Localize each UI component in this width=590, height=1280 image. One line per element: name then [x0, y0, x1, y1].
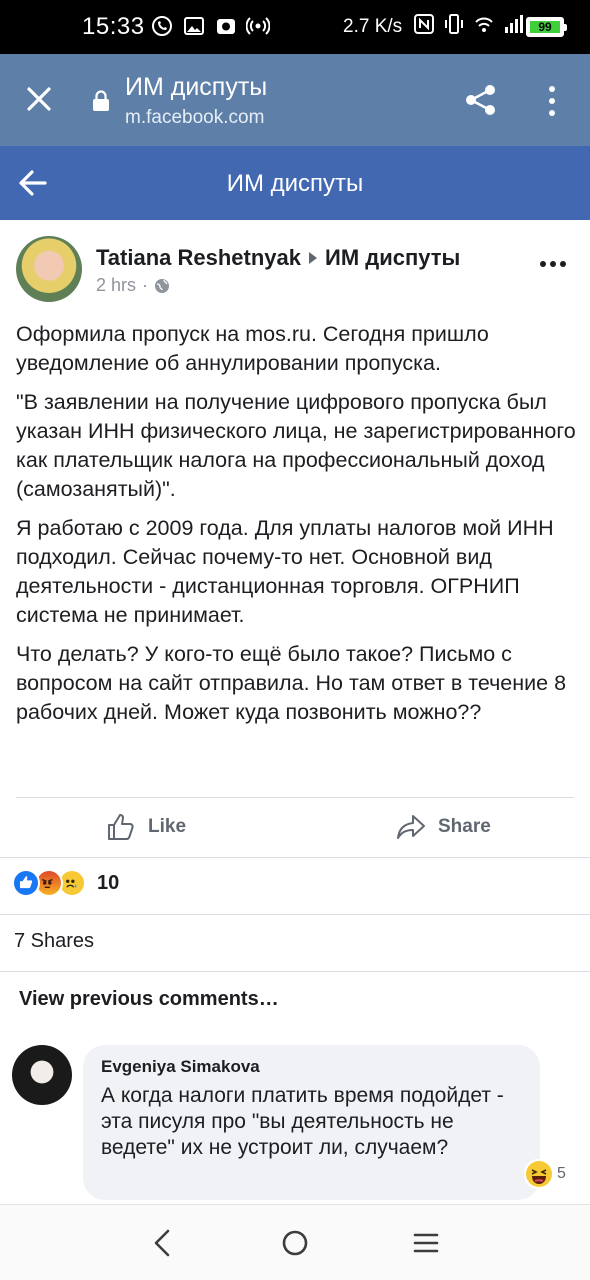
- thumbs-up-icon: [108, 814, 134, 840]
- comment-reaction-count: 5: [557, 1165, 566, 1182]
- system-icons: [412, 12, 526, 36]
- post-time[interactable]: 2 hrs: [96, 275, 136, 296]
- share-label: Share: [438, 816, 491, 837]
- vibrate-icon: [445, 14, 463, 34]
- group-name[interactable]: ИМ диспуты: [325, 245, 460, 271]
- comment-reactions[interactable]: 5: [524, 1159, 570, 1189]
- commenter-name[interactable]: Evgeniya Simakova: [101, 1057, 522, 1077]
- divider: [0, 857, 590, 858]
- page-title: ИМ диспуты: [226, 170, 364, 197]
- share-icon[interactable]: [464, 83, 498, 117]
- lock-icon: [93, 90, 109, 111]
- camera-icon: [217, 19, 235, 34]
- wifi-icon: [475, 17, 493, 32]
- browser-toolbar: ИМ диспуты m.facebook.com: [0, 54, 590, 146]
- divider: [16, 797, 574, 798]
- commenter-avatar[interactable]: [12, 1045, 72, 1105]
- comment-bubble: Evgeniya Simakova А когда налоги платить…: [83, 1045, 540, 1200]
- post-paragraph: Оформила пропуск на mos.ru. Сегодня приш…: [16, 322, 489, 375]
- more-options-icon[interactable]: [538, 256, 568, 272]
- overflow-menu-icon[interactable]: [540, 84, 564, 118]
- gallery-icon: [184, 17, 204, 35]
- author-avatar[interactable]: [16, 236, 82, 302]
- globe-icon: [155, 278, 170, 293]
- status-bar: 15:33 2.7 K/s 99: [0, 0, 590, 54]
- like-reaction-icon: [12, 869, 40, 897]
- like-button[interactable]: Like: [106, 806, 186, 848]
- browser-url[interactable]: m.facebook.com: [125, 107, 264, 129]
- arrow-right-icon: [309, 252, 318, 264]
- share-arrow-icon: [397, 815, 425, 839]
- status-time: 15:33: [82, 13, 145, 40]
- like-label: Like: [148, 816, 187, 837]
- home-icon[interactable]: [279, 1227, 311, 1259]
- whatsapp-icon: [152, 16, 172, 36]
- browser-page-title: ИМ диспуты: [125, 73, 268, 101]
- post-paragraph: Что делать? У кого-то ещё было такое? Пи…: [16, 642, 567, 724]
- haha-reaction-icon: [526, 1161, 552, 1187]
- page-header: ИМ диспуты: [0, 146, 590, 220]
- hotspot-icon: [246, 17, 270, 35]
- network-speed: 2.7 K/s: [343, 16, 403, 37]
- view-previous-comments-link[interactable]: View previous comments…: [19, 988, 279, 1011]
- comment-text: А когда налоги платить время подойдет - …: [101, 1084, 504, 1159]
- signal-icon: [505, 15, 523, 33]
- close-icon[interactable]: [24, 84, 54, 114]
- reactions-summary[interactable]: 10: [12, 869, 119, 897]
- post-text: Оформила пропуск на mos.ru. Сегодня приш…: [16, 320, 576, 737]
- divider: [0, 971, 590, 972]
- divider: [0, 914, 590, 915]
- shares-count[interactable]: 7 Shares: [14, 930, 94, 953]
- meta-separator: ·: [142, 275, 149, 295]
- notification-icons: [150, 14, 270, 38]
- nfc-icon: [414, 14, 434, 34]
- back-icon[interactable]: [148, 1227, 180, 1259]
- reaction-count: 10: [97, 871, 120, 894]
- post-paragraph: Я работаю с 2009 года. Для уплаты налого…: [16, 516, 554, 627]
- share-button[interactable]: Share: [396, 806, 491, 848]
- post-paragraph: "В заявлении на получение цифрового проп…: [16, 390, 576, 501]
- author-name[interactable]: Tatiana Reshetnyak: [96, 245, 301, 271]
- menu-icon[interactable]: [410, 1227, 442, 1259]
- post-meta: 2 hrs ·: [96, 275, 170, 296]
- post-author-line: Tatiana Reshetnyak ИМ диспуты: [96, 245, 460, 271]
- battery-level: 99: [530, 21, 560, 33]
- battery-icon: 99: [526, 17, 567, 37]
- system-nav-bar: [0, 1204, 590, 1280]
